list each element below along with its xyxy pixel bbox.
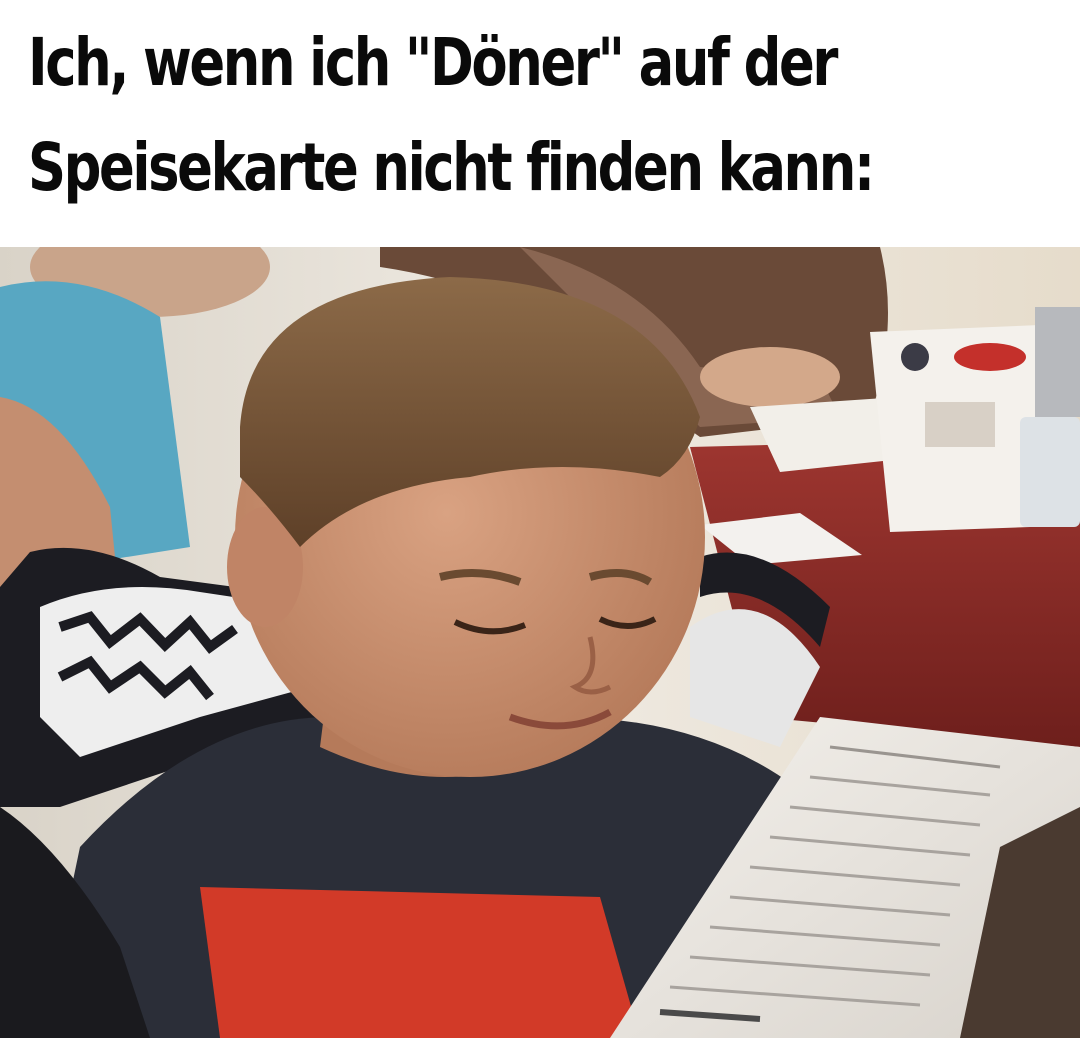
cup xyxy=(1020,417,1080,527)
caption-area: Ich, wenn ich "Döner" auf der Speisekart… xyxy=(0,0,1080,247)
caption-line-1: Ich, wenn ich "Döner" auf der xyxy=(28,24,838,101)
table-card xyxy=(870,325,1040,532)
napkin-holder xyxy=(1035,307,1080,417)
photo-illustration xyxy=(0,247,1080,1038)
meme-image: Ich, wenn ich "Döner" auf der Speisekart… xyxy=(0,0,1080,1038)
caption-line-2: Speisekarte nicht finden kann: xyxy=(28,129,875,206)
photo xyxy=(0,247,1080,1038)
shirt-print xyxy=(200,887,640,1038)
